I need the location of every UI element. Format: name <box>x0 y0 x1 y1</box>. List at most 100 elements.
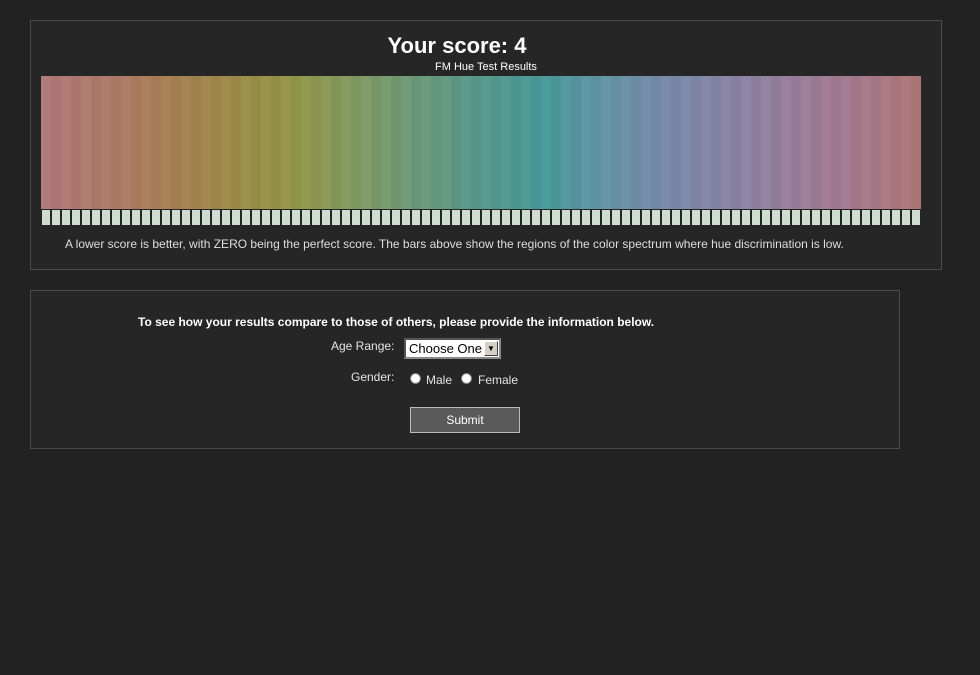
spectrum-band <box>541 76 551 209</box>
spectrum-band <box>271 76 281 209</box>
spectrum-stripe <box>301 76 311 226</box>
spectrum-stripe <box>651 76 661 226</box>
age-range-select[interactable]: Choose One ▼ <box>404 338 501 359</box>
spectrum-band <box>731 76 741 209</box>
spectrum-tick <box>162 210 170 225</box>
spectrum-tick <box>512 210 520 225</box>
spectrum-tick <box>172 210 180 225</box>
spectrum-stripe <box>661 76 671 226</box>
spectrum-stripe <box>161 76 171 226</box>
spectrum-stripe <box>141 76 151 226</box>
spectrum-band <box>701 76 711 209</box>
spectrum-tick <box>322 210 330 225</box>
spectrum-stripe <box>891 76 901 226</box>
spectrum-stripe <box>721 76 731 226</box>
spectrum-tick <box>532 210 540 225</box>
spectrum-tick <box>332 210 340 225</box>
spectrum-band <box>581 76 591 209</box>
spectrum-tick <box>272 210 280 225</box>
chevron-down-icon[interactable]: ▼ <box>484 341 498 356</box>
spectrum-stripe <box>61 76 71 226</box>
spectrum-tick <box>912 210 920 225</box>
spectrum-stripe <box>191 76 201 226</box>
spectrum-tick <box>722 210 730 225</box>
spectrum-band <box>61 76 71 209</box>
spectrum-band <box>71 76 81 209</box>
spectrum-tick <box>392 210 400 225</box>
female-radio[interactable] <box>461 373 472 384</box>
spectrum-stripe <box>41 76 51 226</box>
spectrum-band <box>591 76 601 209</box>
spectrum-tick <box>412 210 420 225</box>
spectrum-tick <box>452 210 460 225</box>
spectrum-band <box>441 76 451 209</box>
spectrum-stripe <box>51 76 61 226</box>
spectrum-tick <box>612 210 620 225</box>
spectrum-band <box>871 76 881 209</box>
spectrum-tick <box>832 210 840 225</box>
spectrum-stripe <box>701 76 711 226</box>
spectrum-stripe <box>111 76 121 226</box>
spectrum-band <box>521 76 531 209</box>
spectrum-stripe <box>561 76 571 226</box>
spectrum-tick <box>572 210 580 225</box>
spectrum-band <box>261 76 271 209</box>
spectrum-band <box>631 76 641 209</box>
spectrum-tick <box>132 210 140 225</box>
spectrum-stripe <box>871 76 881 226</box>
spectrum-stripe <box>221 76 231 226</box>
spectrum-tick <box>502 210 510 225</box>
spectrum-tick <box>902 210 910 225</box>
spectrum-tick <box>822 210 830 225</box>
spectrum-stripe <box>811 76 821 226</box>
spectrum-stripe <box>371 76 381 226</box>
spectrum-band <box>91 76 101 209</box>
spectrum-stripe <box>311 76 321 226</box>
spectrum-band <box>231 76 241 209</box>
results-panel: Your score: 4 FM Hue Test Results A lowe… <box>30 20 942 270</box>
spectrum-tick <box>492 210 500 225</box>
spectrum-band <box>861 76 871 209</box>
spectrum-tick <box>402 210 410 225</box>
spectrum-band <box>601 76 611 209</box>
spectrum-stripe <box>421 76 431 226</box>
spectrum-tick <box>522 210 530 225</box>
spectrum-band <box>281 76 291 209</box>
spectrum-band <box>681 76 691 209</box>
spectrum-tick <box>52 210 60 225</box>
spectrum-tick <box>312 210 320 225</box>
spectrum-tick <box>432 210 440 225</box>
submit-button[interactable]: Submit <box>410 407 520 433</box>
spectrum-band <box>671 76 681 209</box>
spectrum-band <box>391 76 401 209</box>
spectrum-tick <box>862 210 870 225</box>
age-range-value: Choose One <box>409 341 482 356</box>
spectrum-band <box>801 76 811 209</box>
spectrum-tick <box>442 210 450 225</box>
spectrum-tick <box>892 210 900 225</box>
spectrum-stripe <box>401 76 411 226</box>
spectrum-stripe <box>381 76 391 226</box>
spectrum-band <box>621 76 631 209</box>
spectrum-band <box>491 76 501 209</box>
male-radio[interactable] <box>410 373 421 384</box>
spectrum-band <box>841 76 851 209</box>
spectrum-stripe <box>351 76 361 226</box>
spectrum-stripe <box>591 76 601 226</box>
spectrum-stripe <box>391 76 401 226</box>
spectrum-stripe <box>291 76 301 226</box>
spectrum-tick <box>762 210 770 225</box>
spectrum-band <box>721 76 731 209</box>
spectrum-stripe <box>151 76 161 226</box>
spectrum-band <box>641 76 651 209</box>
spectrum-stripe <box>271 76 281 226</box>
score-explanation: A lower score is better, with ZERO being… <box>65 237 844 251</box>
spectrum-tick <box>352 210 360 225</box>
spectrum-band <box>161 76 171 209</box>
spectrum-band <box>461 76 471 209</box>
spectrum-band <box>831 76 841 209</box>
spectrum-tick <box>692 210 700 225</box>
spectrum-tick <box>482 210 490 225</box>
spectrum-tick <box>82 210 90 225</box>
spectrum-band <box>131 76 141 209</box>
